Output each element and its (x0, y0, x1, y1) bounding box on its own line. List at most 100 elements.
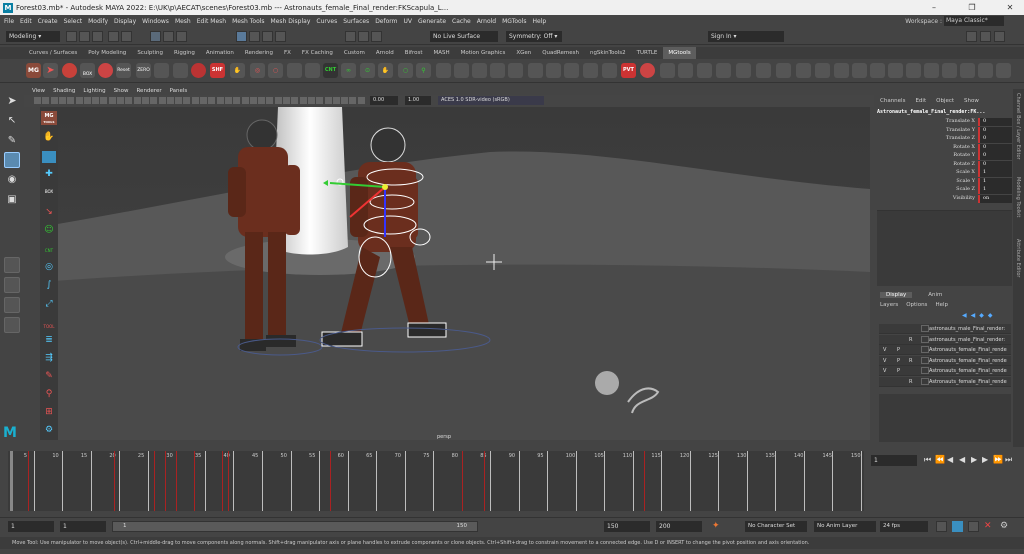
keyframe-marker[interactable] (165, 451, 167, 511)
side-cnt-icon[interactable]: CNT (41, 243, 57, 255)
zero-offset-icon[interactable] (173, 63, 188, 78)
orange-tool-12-icon[interactable] (870, 63, 885, 78)
time-slider[interactable]: 5 10 15 20 25 30 35 40 45 50 55 60 65 70 75 80 85 90 95 100… (0, 449, 868, 513)
magnet-icon[interactable] (305, 63, 320, 78)
panel-toolbar-button-icon[interactable] (83, 97, 91, 104)
curve-tool-icon[interactable] (287, 63, 302, 78)
layer-tab-display[interactable]: Display (880, 292, 913, 298)
loop-icon[interactable] (936, 521, 947, 532)
layer-color-swatch[interactable] (921, 325, 929, 332)
layer-playback-toggle[interactable]: P (897, 368, 900, 374)
layer-menu-help[interactable]: Help (935, 302, 948, 308)
channel-value[interactable]: on (978, 194, 1012, 203)
current-frame-field[interactable]: 1 (871, 455, 917, 466)
channel-row[interactable]: Translate Z0 (876, 135, 1013, 144)
gamma-field[interactable]: 1.00 (405, 96, 431, 105)
channel-menu-show[interactable]: Show (964, 98, 979, 104)
panel-toolbar-button-icon[interactable] (183, 97, 191, 104)
menu-windows[interactable]: Windows (142, 18, 169, 25)
layer-visibility-toggle[interactable]: V (883, 368, 886, 374)
render-icon[interactable] (345, 31, 356, 42)
layer-tab-anim[interactable]: Anim (922, 292, 948, 298)
tab-modeling-toolkit[interactable]: Modeling Toolkit (1015, 177, 1021, 217)
symmetry-selector[interactable]: Symmetry: Off ▾ (506, 31, 562, 42)
select-by-hierarchy-icon[interactable] (150, 31, 161, 42)
shelf-tab-sculpting[interactable]: Sculpting (132, 47, 168, 59)
panel-toolbar-button-icon[interactable] (125, 97, 133, 104)
create-controller-icon[interactable] (98, 63, 113, 78)
key-tangent-icon[interactable] (952, 521, 963, 532)
side-settings-icon[interactable]: ⚙ (42, 425, 56, 437)
pvt-icon[interactable]: PVT (621, 63, 636, 78)
workspace-value[interactable]: Maya Classic* (944, 16, 1004, 26)
search-icon[interactable]: ⚲ (416, 63, 431, 78)
mg-tools-icon[interactable]: MG (26, 63, 41, 78)
panel-toolbar-button-icon[interactable] (316, 97, 324, 104)
animation-start-field[interactable]: 1 (8, 521, 54, 532)
play-backwards-icon[interactable]: ◀ (959, 455, 965, 464)
select-by-component-icon[interactable] (176, 31, 187, 42)
layer-row[interactable]: astronauts_male_Final_render: (879, 324, 1011, 334)
channel-row[interactable]: Translate X0 (876, 118, 1013, 127)
four-view-layout-icon[interactable] (4, 277, 20, 293)
snap-point-icon[interactable] (262, 31, 273, 42)
channel-value[interactable]: 0 (978, 118, 1012, 126)
panel-toolbar-button-icon[interactable] (200, 97, 207, 104)
panel-menu-view[interactable]: View (32, 88, 45, 94)
cyan-tool-10-icon[interactable] (978, 63, 993, 78)
panel-toolbar-button-icon[interactable] (266, 97, 274, 104)
menu-create[interactable]: Create (38, 18, 58, 25)
select-by-object-icon[interactable] (163, 31, 174, 42)
step-back-key-icon[interactable]: ⏪ (935, 455, 945, 464)
link-icon[interactable]: ∞ (341, 63, 356, 78)
menu-mesh-tools[interactable]: Mesh Tools (232, 18, 264, 25)
viewport-persp[interactable]: persp (40, 107, 870, 440)
undo-icon[interactable] (108, 31, 119, 42)
panel-toolbar-button-icon[interactable] (233, 97, 241, 104)
panel-toolbar-button-icon[interactable] (50, 97, 58, 104)
side-blue-tool-icon[interactable] (42, 151, 56, 163)
menu-edit-mesh[interactable]: Edit Mesh (197, 18, 226, 25)
panel-toolbar-button-icon[interactable] (224, 97, 232, 104)
panel-menu-show[interactable]: Show (114, 88, 129, 94)
panel-toolbar-button-icon[interactable] (249, 97, 257, 104)
layer-playback-toggle[interactable]: P (897, 347, 900, 353)
layer-color-swatch[interactable] (921, 378, 929, 385)
new-layer-from-selection-icon[interactable]: ◆ (988, 312, 993, 322)
orange-tool-11-icon[interactable] (852, 63, 867, 78)
keyframe-marker[interactable] (461, 451, 463, 511)
menu-mesh-display[interactable]: Mesh Display (271, 18, 311, 25)
playback-start-field[interactable]: 1 (60, 521, 106, 532)
panel-toolbar-button-icon[interactable] (67, 97, 75, 104)
settings-icon[interactable]: ⚙ (1000, 521, 1011, 532)
green-ring-icon[interactable]: ○ (398, 63, 413, 78)
keyframe-marker[interactable] (484, 451, 486, 511)
layer-color-swatch[interactable] (921, 346, 929, 354)
layer-color-swatch[interactable] (921, 367, 929, 375)
side-hand-icon[interactable]: ✋ (42, 132, 56, 144)
layer-row[interactable]: R Astronauts_female_Final_rende (879, 377, 1011, 387)
layer-row[interactable]: V P Astronauts_female_Final_rende (879, 345, 1011, 356)
step-forward-key-icon[interactable]: ⏩ (993, 455, 1003, 464)
cloud-icon[interactable] (924, 63, 939, 78)
play-forwards-icon[interactable]: ▶ (971, 455, 977, 464)
shelf-tab-animation[interactable]: Animation (201, 47, 239, 59)
keyframe-marker[interactable] (227, 451, 229, 511)
menu-mgtools[interactable]: MGTools (502, 18, 526, 25)
menu-generate[interactable]: Generate (418, 18, 446, 25)
hand-icon[interactable]: ✋ (230, 63, 245, 78)
layer-row[interactable]: Rastronauts_male_Final_render: (879, 334, 1011, 345)
cnt-icon[interactable]: CNT (323, 63, 338, 78)
panel-toolbar-button-icon[interactable] (166, 97, 174, 104)
panel-toolbar-button-icon[interactable] (307, 97, 315, 104)
shelf-tab-rendering[interactable]: Rendering (240, 47, 278, 59)
minimize-button[interactable]: – (922, 0, 946, 15)
orange-tool-8-icon[interactable] (796, 63, 811, 78)
channel-menu-edit[interactable]: Edit (915, 98, 926, 104)
menu-deform[interactable]: Deform (375, 18, 397, 25)
panel-toolbar-button-icon[interactable] (291, 97, 299, 104)
red-dot-icon[interactable] (191, 63, 206, 78)
green-tool-2-icon[interactable] (454, 63, 469, 78)
shelf-tab-xgen[interactable]: XGen (511, 47, 536, 59)
shelf-tab-fx[interactable]: FX (279, 47, 296, 59)
